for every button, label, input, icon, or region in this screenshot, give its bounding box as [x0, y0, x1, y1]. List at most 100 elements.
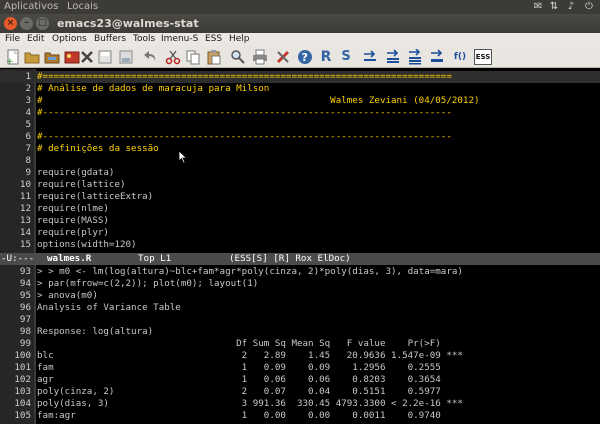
line-number: 6: [25, 131, 31, 142]
eval-line-icon[interactable]: [362, 49, 378, 65]
paste-icon[interactable]: [206, 49, 222, 65]
console-line[interactable]: 101 fam 1 0.09 0.09 1.2956 0.2555: [0, 362, 600, 374]
line-number: 5: [25, 119, 31, 130]
menu-help[interactable]: Help: [229, 33, 250, 46]
source-line[interactable]: 10 require(lattice): [0, 179, 600, 191]
volume-icon[interactable]: ♪: [565, 1, 577, 13]
source-line[interactable]: 8: [0, 155, 600, 167]
source-line[interactable]: 6 #--------------------------------------…: [0, 131, 600, 143]
source-line-text: # Walmes Zeviani (04/05/2012): [37, 95, 480, 106]
source-line[interactable]: 7 # definições da sessão: [0, 143, 600, 155]
svg-text:+: +: [6, 57, 14, 65]
source-line[interactable]: 14 require(plyr): [0, 227, 600, 239]
console-line[interactable]: 105 fam:agr 1 0.00 0.00 0.0011 0.9740: [0, 410, 600, 422]
source-line-text: require(lattice): [37, 179, 126, 190]
minimize-window-button[interactable]: –: [20, 17, 33, 30]
console-line[interactable]: 98 Response: log(altura): [0, 326, 600, 338]
close-buffer-icon[interactable]: [79, 49, 95, 65]
source-line[interactable]: 9 require(gdata): [0, 167, 600, 179]
ess-icon[interactable]: ESS: [474, 49, 492, 65]
cut-icon[interactable]: [165, 49, 181, 65]
modeline-status: -U:---: [1, 253, 35, 264]
source-line[interactable]: 3 # Walmes Zeviani (04/05/2012): [0, 95, 600, 107]
print-icon[interactable]: [252, 49, 268, 65]
source-editor-pane[interactable]: 1 #======================================…: [0, 69, 600, 253]
undo-icon[interactable]: [143, 49, 159, 65]
console-line[interactable]: 97: [0, 314, 600, 326]
menu-options[interactable]: Options: [52, 33, 87, 46]
line-number: 99: [19, 338, 31, 349]
maximize-window-button[interactable]: □: [36, 17, 49, 30]
places-menu[interactable]: Locais: [67, 0, 98, 14]
eval-region-icon[interactable]: [385, 49, 401, 65]
source-line[interactable]: 2 # Análise de dados de maracuja para Mil…: [0, 83, 600, 95]
source-line[interactable]: 13 require(MASS): [0, 215, 600, 227]
menu-edit[interactable]: Edit: [27, 33, 44, 46]
line-number: 2: [25, 83, 31, 94]
console-line[interactable]: 99 Df Sum Sq Mean Sq F value Pr(>F): [0, 338, 600, 350]
source-line-text: #---------------------------------------…: [37, 131, 452, 142]
menu-buffers[interactable]: Buffers: [94, 33, 126, 46]
copy-icon[interactable]: [185, 49, 201, 65]
console-line[interactable]: 102 agr 1 0.06 0.06 0.8203 0.3654: [0, 374, 600, 386]
source-line-text: # definições da sessão: [37, 143, 159, 154]
emacs-menubar: File Edit Options Buffers Tools Imenu-S …: [0, 33, 600, 46]
line-number: 105: [14, 410, 31, 421]
eval-paragraph-icon[interactable]: [429, 49, 445, 65]
source-line-text: require(gdata): [37, 167, 115, 178]
mail-icon[interactable]: ✉: [532, 1, 544, 13]
modeline-modes[interactable]: (ESS[S] [R] Rox ElDoc): [229, 253, 351, 265]
source-line[interactable]: 5: [0, 119, 600, 131]
modeline-buffer-name[interactable]: walmes.R: [47, 253, 91, 265]
menu-imenu[interactable]: Imenu-S: [161, 33, 198, 46]
source-line[interactable]: 12 require(nlme): [0, 203, 600, 215]
source-line-text: require(latticeExtra): [37, 191, 154, 202]
sweave-icon[interactable]: S: [338, 49, 354, 65]
network-icon[interactable]: ⇅: [548, 1, 560, 13]
r-icon[interactable]: R: [318, 49, 334, 65]
open-image-icon[interactable]: [64, 49, 80, 65]
open-dired-icon[interactable]: [44, 49, 60, 65]
source-line-text: #---------------------------------------…: [37, 107, 452, 118]
line-number: 98: [19, 326, 31, 337]
line-number: 101: [14, 362, 31, 373]
console-line[interactable]: 100 blc 2 2.89 1.45 20.9636 1.547e-09 ***: [0, 350, 600, 362]
line-number: 10: [19, 179, 31, 190]
console-line[interactable]: 94 > par(mfrow=c(2,2)); plot(m0); layout(…: [0, 278, 600, 290]
console-line[interactable]: 93 > > m0 <- lm(log(altura)~blc+fam*agr*p…: [0, 266, 600, 278]
source-line[interactable]: 4 #--------------------------------------…: [0, 107, 600, 119]
search-icon[interactable]: [230, 49, 246, 65]
menu-file[interactable]: File: [5, 33, 20, 46]
line-number: 102: [14, 374, 31, 385]
save-as-icon[interactable]: [118, 49, 134, 65]
console-line[interactable]: 103 poly(cinza, 2) 2 0.07 0.04 0.5151 0.5…: [0, 386, 600, 398]
line-number: 4: [25, 107, 31, 118]
console-line[interactable]: 96 Analysis of Variance Table: [0, 302, 600, 314]
console-line[interactable]: 104 poly(dias, 3) 3 991.36 330.45 4793.33…: [0, 398, 600, 410]
close-window-button[interactable]: ×: [4, 17, 17, 30]
save-icon[interactable]: [97, 49, 113, 65]
open-folder-icon[interactable]: [24, 49, 40, 65]
menu-tools[interactable]: Tools: [133, 33, 155, 46]
line-number: 103: [14, 386, 31, 397]
console-line-text: fam:agr 1 0.00 0.00 0.0011 0.9740: [37, 410, 441, 421]
power-icon[interactable]: ⏻: [583, 1, 595, 13]
source-line[interactable]: 15 options(width=120): [0, 239, 600, 251]
help-icon[interactable]: ?: [297, 49, 313, 65]
console-line-text: > > m0 <- lm(log(altura)~blc+fam*agr*pol…: [37, 266, 463, 277]
eval-buffer-icon[interactable]: [407, 48, 423, 65]
mode-line[interactable]: -U:--- walmes.R Top L1 (ESS[S] [R] Rox E…: [0, 253, 600, 265]
source-line[interactable]: 1 #======================================…: [0, 71, 600, 83]
eval-function-icon[interactable]: f(): [450, 49, 470, 65]
menu-ess[interactable]: ESS: [205, 33, 222, 46]
line-number: 8: [25, 155, 31, 166]
line-number: 94: [19, 278, 31, 289]
console-line[interactable]: 95 > anova(m0): [0, 290, 600, 302]
preferences-icon[interactable]: [275, 49, 291, 65]
console-line-text: agr 1 0.06 0.06 0.8203 0.3654: [37, 374, 441, 385]
r-console-pane[interactable]: 93 > > m0 <- lm(log(altura)~blc+fam*agr*p…: [0, 265, 600, 424]
window-titlebar[interactable]: × – □ emacs23@walmes-stat: [0, 14, 600, 33]
applications-menu[interactable]: Aplicativos: [4, 0, 58, 14]
source-line[interactable]: 11 require(latticeExtra): [0, 191, 600, 203]
new-file-icon[interactable]: +: [5, 49, 21, 67]
